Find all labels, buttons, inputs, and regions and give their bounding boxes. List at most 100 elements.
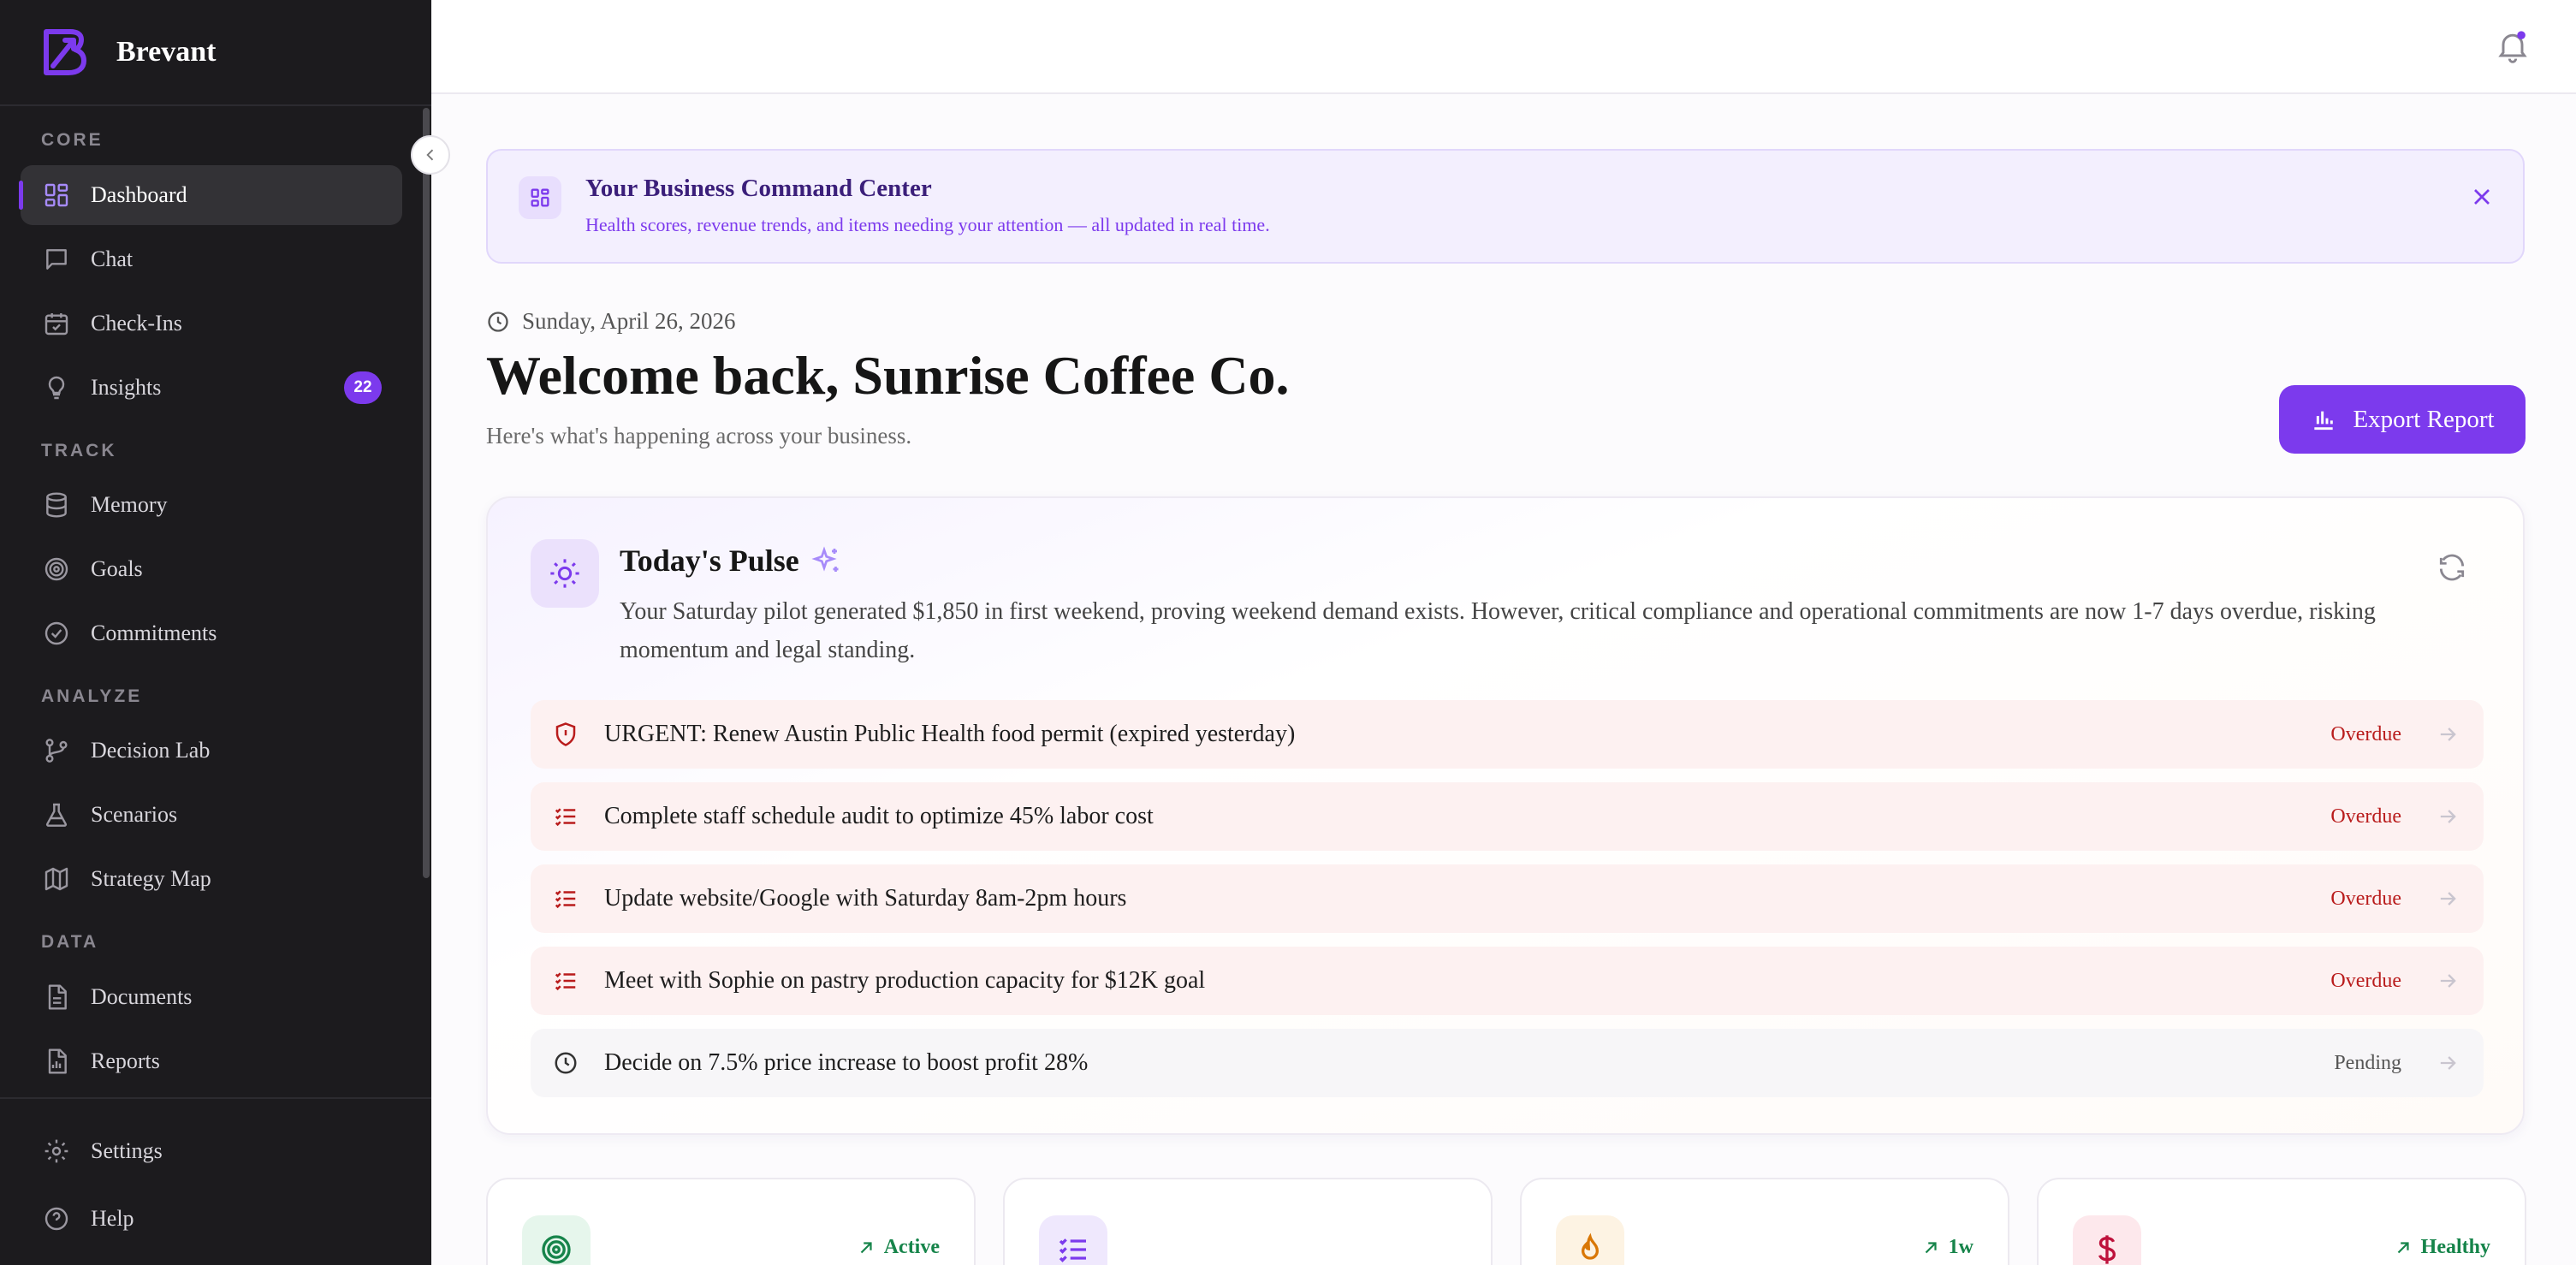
chevron-left-icon <box>426 149 434 161</box>
sidebar-item-documents[interactable]: Documents <box>21 967 402 1027</box>
sidebar-item-decision-lab[interactable]: Decision Lab <box>21 721 402 781</box>
pulse-task-row[interactable]: URGENT: Renew Austin Public Health food … <box>531 700 2484 769</box>
sidebar-item-commitments[interactable]: Commitments <box>21 603 402 663</box>
pulse-title: Today's Pulse <box>620 543 799 578</box>
sidebar-item-strategy-map[interactable]: Strategy Map <box>21 849 402 909</box>
banner-close-button[interactable] <box>2468 183 2496 211</box>
sidebar-item-label: Reports <box>91 1048 160 1073</box>
shield-alert-icon <box>551 720 580 749</box>
task-status: Overdue <box>2330 805 2401 828</box>
sidebar-item-label: Documents <box>91 984 193 1009</box>
brevant-logo-icon <box>44 29 86 75</box>
sidebar-item-reports[interactable]: Reports <box>21 1031 402 1091</box>
chat-icon <box>41 244 72 275</box>
notifications-button[interactable] <box>2494 27 2531 65</box>
todays-pulse-card: Today's Pulse Your Saturday pilot genera… <box>486 496 2525 1135</box>
bar-chart-icon <box>2314 411 2334 431</box>
metric-card-tasks[interactable] <box>1003 1178 1493 1265</box>
clock-icon <box>488 311 508 332</box>
sidebar-item-insights[interactable]: Insights 22 <box>21 358 402 418</box>
calendar-check-icon <box>41 308 72 339</box>
metric-trend-tag: 1w <box>1921 1236 1974 1259</box>
insights-count-badge: 22 <box>344 371 382 404</box>
trend-up-icon <box>1925 1241 1937 1253</box>
trend-up-icon <box>2397 1241 2409 1253</box>
arrow-right-icon <box>2440 728 2456 741</box>
task-label: Complete staff schedule audit to optimiz… <box>604 803 1154 829</box>
pulse-task-row[interactable]: Meet with Sophie on pastry production ca… <box>531 947 2484 1015</box>
grid-icon <box>519 176 561 219</box>
current-date: Sunday, April 26, 2026 <box>522 308 736 334</box>
banner-title: Your Business Command Center <box>585 175 932 202</box>
arrow-right-icon <box>2440 974 2456 988</box>
sidebar-divider <box>0 1097 431 1099</box>
top-bar <box>431 0 2576 94</box>
refresh-pulse-button[interactable] <box>2436 551 2468 584</box>
metric-tag-label: 1w <box>1948 1236 1974 1258</box>
sidebar-item-dashboard[interactable]: Dashboard <box>19 165 402 225</box>
task-label: Update website/Google with Saturday 8am-… <box>604 885 1127 912</box>
sidebar-item-settings[interactable]: Settings <box>21 1121 402 1181</box>
active-indicator <box>19 181 23 210</box>
pulse-task-row[interactable]: Update website/Google with Saturday 8am-… <box>531 864 2484 933</box>
sidebar-item-label: Insights <box>91 375 162 400</box>
sidebar-item-memory[interactable]: Memory <box>21 475 402 535</box>
lightbulb-icon <box>41 372 72 403</box>
flame-icon <box>1556 1215 1624 1265</box>
sidebar-item-label: Settings <box>91 1138 163 1163</box>
page-title: Welcome back, Sunrise Coffee Co. <box>486 345 1290 406</box>
sidebar-item-goals[interactable]: Goals <box>21 539 402 599</box>
metric-card-finance[interactable]: Healthy <box>2037 1178 2526 1265</box>
export-report-button[interactable]: Export Report <box>2279 385 2526 454</box>
pulse-task-row[interactable]: Decide on 7.5% price increase to boost p… <box>531 1029 2484 1097</box>
sidebar-item-label: Decision Lab <box>91 738 211 763</box>
info-banner: Your Business Command Center Health scor… <box>486 149 2525 264</box>
sidebar-item-label: Commitments <box>91 621 217 645</box>
sidebar-item-label: Scenarios <box>91 802 178 827</box>
sidebar-item-scenarios[interactable]: Scenarios <box>21 785 402 845</box>
database-icon <box>41 490 72 520</box>
sidebar-item-chat[interactable]: Chat <box>21 229 402 289</box>
list-check-icon <box>551 966 580 995</box>
report-icon <box>41 1046 72 1077</box>
list-check-icon <box>1039 1215 1107 1265</box>
task-status: Pending <box>2334 1051 2401 1074</box>
list-check-icon <box>551 802 580 831</box>
sidebar-item-label: Goals <box>91 556 143 581</box>
metric-trend-tag: Healthy <box>2394 1236 2490 1259</box>
sidebar-item-label: Help <box>91 1206 134 1231</box>
banner-subtitle: Health scores, revenue trends, and items… <box>585 214 1270 235</box>
task-status: Overdue <box>2330 722 2401 745</box>
sidebar-item-check-ins[interactable]: Check-Ins <box>21 294 402 353</box>
document-icon <box>41 982 72 1013</box>
sidebar-item-label: Strategy Map <box>91 866 211 891</box>
collapse-sidebar-button[interactable] <box>411 135 450 175</box>
target-icon <box>41 554 72 585</box>
dashboard-icon <box>41 180 72 211</box>
section-label-data: DATA <box>41 932 99 952</box>
map-icon <box>41 864 72 894</box>
help-icon <box>41 1203 72 1234</box>
metric-card-goals[interactable]: Active <box>486 1178 976 1265</box>
sidebar-scrollbar[interactable] <box>423 108 430 878</box>
brand[interactable]: Brevant <box>0 0 431 106</box>
metric-tag-label: Active <box>883 1236 940 1258</box>
sidebar-item-label: Check-Ins <box>91 311 182 336</box>
section-label-core: CORE <box>41 130 104 150</box>
arrow-right-icon <box>2440 1056 2456 1070</box>
list-check-icon <box>551 884 580 913</box>
task-label: Decide on 7.5% price increase to boost p… <box>604 1049 1089 1076</box>
sidebar-item-label: Dashboard <box>91 182 187 207</box>
date-display: Sunday, April 26, 2026 <box>486 308 736 335</box>
branch-icon <box>41 735 72 766</box>
sidebar-item-label: Chat <box>91 246 134 271</box>
trend-up-icon <box>860 1241 872 1253</box>
metric-trend-tag: Active <box>857 1236 940 1259</box>
pulse-task-row[interactable]: Complete staff schedule audit to optimiz… <box>531 782 2484 851</box>
metric-card-streak[interactable]: 1w <box>1520 1178 2009 1265</box>
task-status: Overdue <box>2330 969 2401 992</box>
sidebar-item-help[interactable]: Help <box>21 1189 402 1249</box>
export-report-label: Export Report <box>2353 405 2495 433</box>
pulse-summary: Your Saturday pilot generated $1,850 in … <box>620 598 2376 663</box>
bell-icon <box>2498 31 2527 63</box>
